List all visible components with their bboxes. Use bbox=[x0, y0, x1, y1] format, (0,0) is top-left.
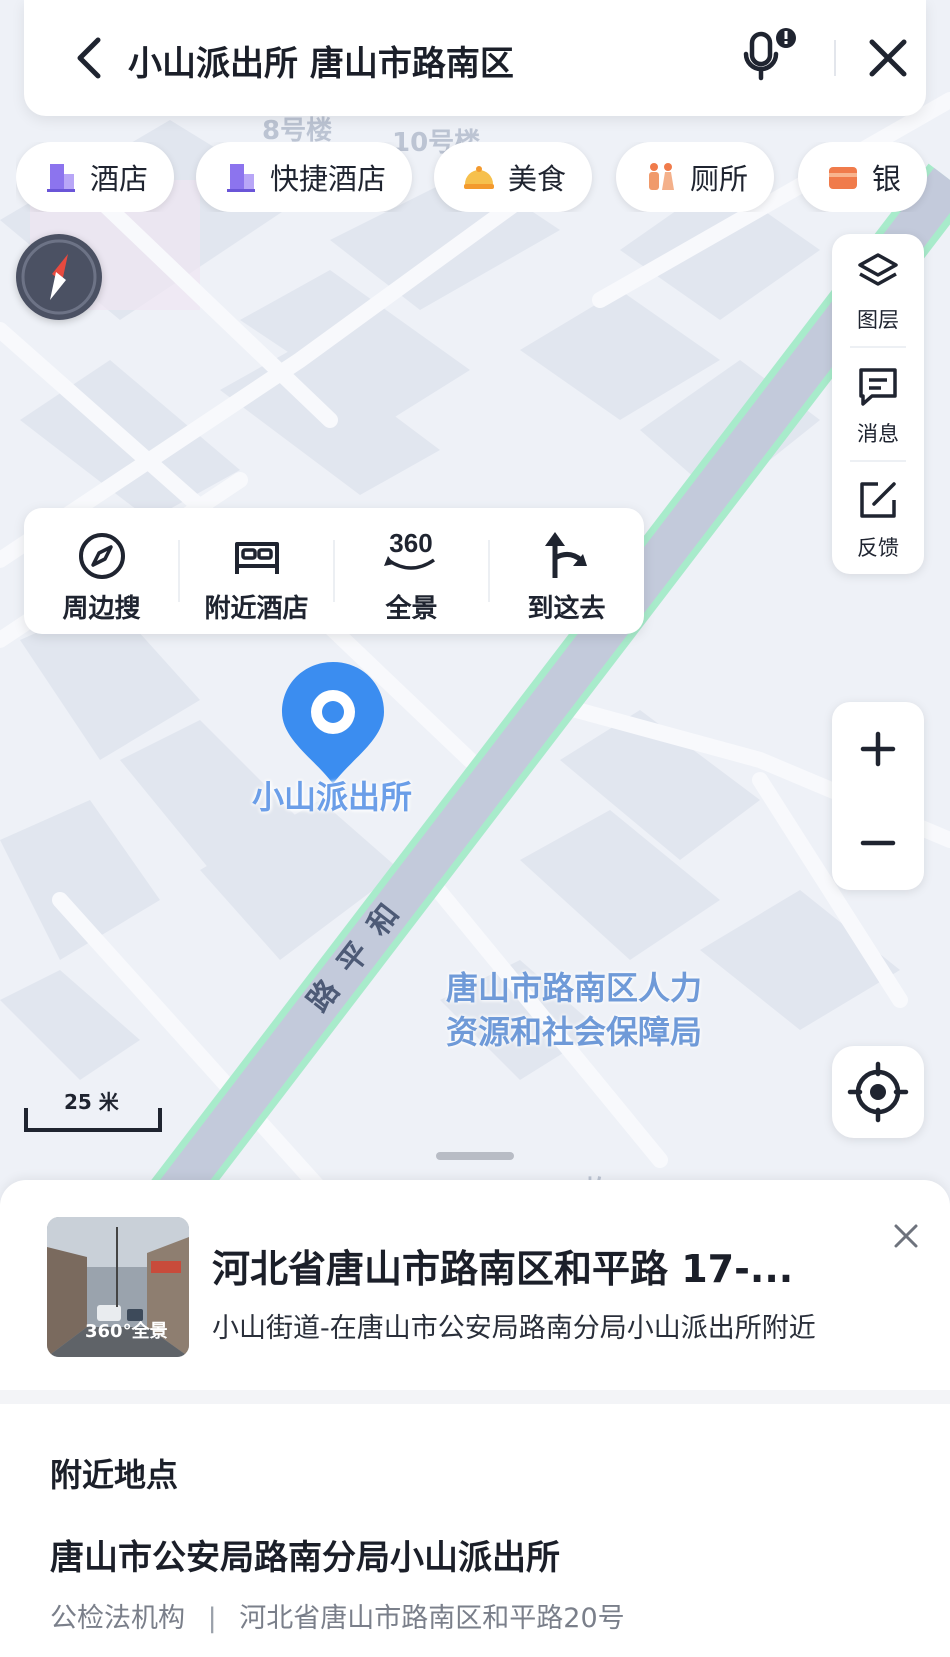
chip-hotel[interactable]: 酒店 bbox=[16, 142, 175, 212]
tool-layers[interactable]: 图层 bbox=[832, 234, 924, 346]
tool-feedback[interactable]: 反馈 bbox=[832, 462, 924, 574]
compass-search-icon bbox=[79, 533, 125, 579]
search-query[interactable]: 小山派出所 唐山市路南区 bbox=[128, 36, 514, 85]
bottom-sheet: 360°全景 河北省唐山市路南区和平路 17-... 小山街道-在唐山市公安局路… bbox=[0, 1180, 950, 1657]
list-item-separator: | bbox=[207, 1603, 217, 1634]
budget-hotel-icon bbox=[227, 164, 255, 192]
close-icon[interactable] bbox=[890, 1220, 922, 1252]
crosshair-icon bbox=[847, 1061, 909, 1123]
tool-label: 图层 bbox=[857, 308, 899, 332]
bank-icon bbox=[829, 167, 857, 189]
food-icon bbox=[464, 166, 494, 189]
zoom-in-button[interactable] bbox=[832, 702, 924, 796]
action-nearby-search[interactable]: 周边搜 bbox=[24, 508, 179, 634]
bed-icon bbox=[235, 542, 279, 574]
panorama-360-icon: 360 bbox=[384, 528, 435, 570]
chip-label: 快捷酒店 bbox=[270, 162, 387, 196]
action-label: 附近酒店 bbox=[204, 594, 309, 624]
tool-label: 消息 bbox=[857, 422, 899, 446]
poi-label-line: 资源和社会保障局 bbox=[446, 1013, 703, 1051]
poi-label[interactable]: 唐山市路南区人力 资源和社会保障局 bbox=[446, 966, 702, 1054]
action-label: 周边搜 bbox=[62, 594, 141, 624]
chip-budget-hotel[interactable]: 快捷酒店 bbox=[196, 142, 413, 212]
action-panorama[interactable]: 360 全景 bbox=[334, 508, 489, 634]
list-item-title: 唐山市公安局路南分局小山派出所 bbox=[50, 1538, 560, 1578]
toilet-icon bbox=[649, 163, 674, 190]
scale-bar bbox=[24, 1108, 162, 1132]
compass-icon bbox=[21, 239, 97, 315]
chip-label: 酒店 bbox=[90, 162, 149, 196]
map-scale: 25 米 bbox=[24, 1086, 162, 1134]
pin-action-card: 周边搜 附近酒店 360 全景 到这去 bbox=[24, 508, 644, 634]
layers-icon bbox=[858, 253, 898, 286]
chip-label: 厕所 bbox=[690, 162, 749, 196]
sheet-drag-handle[interactable] bbox=[436, 1152, 514, 1160]
tool-messages[interactable]: 消息 bbox=[832, 348, 924, 460]
list-item-address: 河北省唐山市路南区和平路20号 bbox=[239, 1603, 625, 1634]
poi-label-line: 唐山市路南区人力 bbox=[446, 969, 703, 1007]
nearby-section: 附近地点 唐山市公安局路南分局小山派出所 公检法机构 | 河北省唐山市路南区和平… bbox=[0, 1404, 950, 1657]
action-directions[interactable]: 到这去 bbox=[489, 508, 644, 634]
microphone-icon[interactable] bbox=[740, 26, 800, 86]
place-title: 河北省唐山市路南区和平路 17-... bbox=[212, 1247, 794, 1291]
place-subtitle: 小山街道-在唐山市公安局路南分局小山派出所附近 bbox=[212, 1313, 816, 1344]
location-pin-icon[interactable] bbox=[276, 658, 390, 788]
search-bar[interactable]: 小山派出所 唐山市路南区 bbox=[24, 0, 926, 116]
compass-button[interactable] bbox=[16, 234, 102, 320]
chip-bank[interactable]: 银 bbox=[798, 142, 928, 212]
chip-label: 美食 bbox=[508, 162, 567, 196]
minus-icon bbox=[860, 840, 896, 846]
feedback-icon bbox=[860, 482, 896, 518]
list-item-subtitle: 公检法机构 | 河北省唐山市路南区和平路20号 bbox=[50, 1596, 625, 1635]
zoom-out-button[interactable] bbox=[832, 796, 924, 890]
list-item-category: 公检法机构 bbox=[50, 1603, 185, 1634]
side-toolbar: 图层 消息 反馈 bbox=[832, 234, 924, 574]
plus-icon bbox=[860, 731, 896, 767]
message-icon bbox=[859, 368, 897, 406]
street-view-thumbnail[interactable]: 360°全景 bbox=[47, 1217, 189, 1357]
section-title: 附近地点 bbox=[50, 1456, 179, 1494]
search-divider bbox=[834, 40, 836, 76]
action-nearby-hotels[interactable]: 附近酒店 bbox=[179, 508, 334, 634]
action-label: 全景 bbox=[385, 594, 438, 624]
category-chips: 酒店 快捷酒店 美食 厕所 银 bbox=[16, 142, 950, 212]
back-arrow-icon[interactable] bbox=[70, 36, 110, 80]
zoom-controls bbox=[832, 702, 924, 890]
locate-me-button[interactable] bbox=[832, 1046, 924, 1138]
directions-icon bbox=[545, 532, 587, 578]
panorama-tag: 360°全景 bbox=[85, 1321, 168, 1342]
tool-label: 反馈 bbox=[857, 536, 899, 560]
hotel-icon bbox=[47, 164, 75, 192]
chip-label: 银 bbox=[872, 162, 902, 196]
chip-food[interactable]: 美食 bbox=[434, 142, 593, 212]
place-card[interactable]: 360°全景 河北省唐山市路南区和平路 17-... 小山街道-在唐山市公安局路… bbox=[0, 1180, 950, 1390]
close-icon[interactable] bbox=[866, 36, 910, 80]
pin-label: 小山派出所 bbox=[252, 778, 413, 816]
chip-toilet[interactable]: 厕所 bbox=[616, 142, 775, 212]
action-label: 到这去 bbox=[527, 594, 606, 624]
panorama-icon-text: 360 bbox=[389, 528, 432, 558]
